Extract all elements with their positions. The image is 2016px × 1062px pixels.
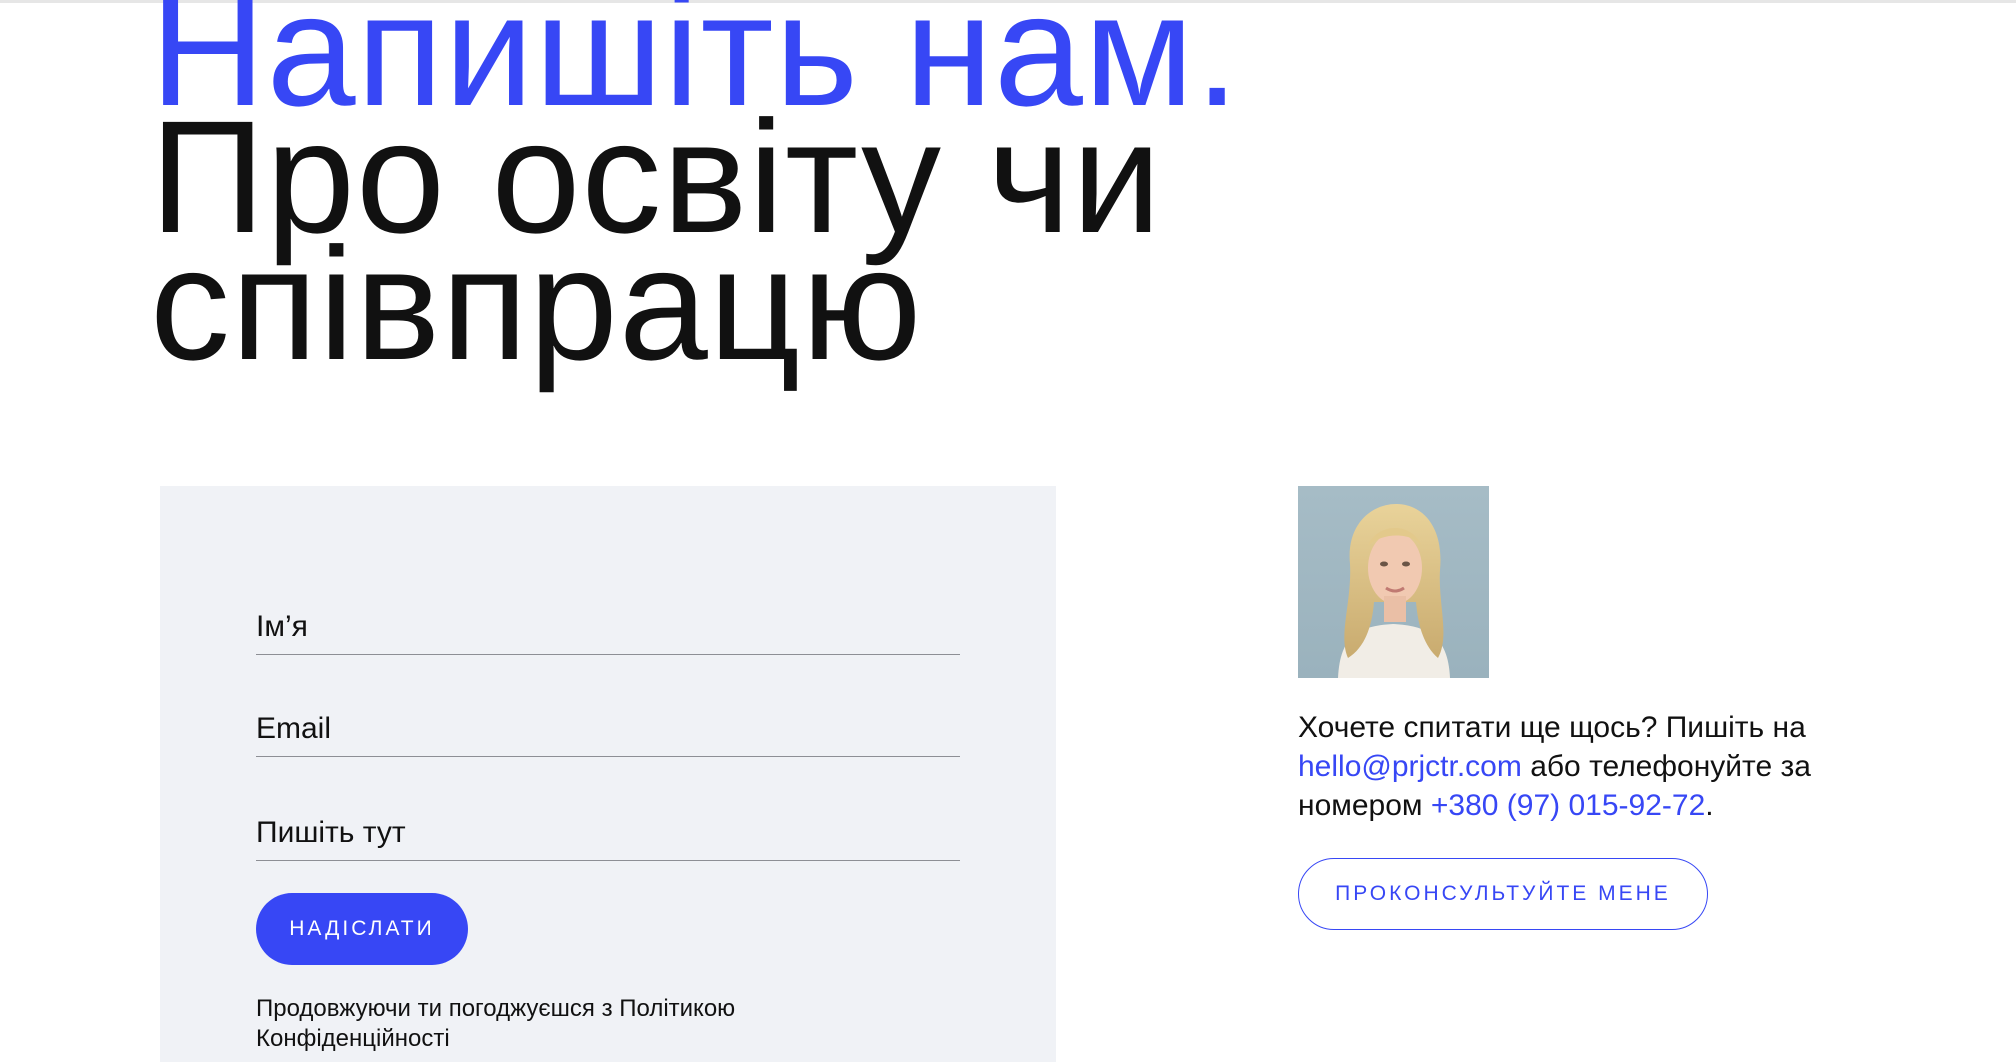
name-input[interactable] <box>256 610 960 644</box>
consult-me-button[interactable]: ПРОКОНСУЛЬТУЙТЕ МЕНЕ <box>1298 858 1708 930</box>
name-field <box>256 590 960 655</box>
contact-info: Хочете спитати ще щось? Пишіть на hello@… <box>1298 708 1918 825</box>
contact-form: НАДІСЛАТИ Продовжуючи ти погоджуєшся з П… <box>160 486 1056 1062</box>
phone-link[interactable]: +380 (97) 015-92-72 <box>1431 789 1705 822</box>
contact-end: . <box>1705 789 1714 822</box>
email-input[interactable] <box>256 712 960 746</box>
contact-photo <box>1298 486 1489 678</box>
email-link[interactable]: hello@prjctr.com <box>1298 750 1522 783</box>
privacy-consent: Продовжуючи ти погоджуєшся з Політикою К… <box>256 994 896 1054</box>
submit-button[interactable]: НАДІСЛАТИ <box>256 893 468 965</box>
consent-text: Продовжуючи ти погоджуєшся з <box>256 995 620 1022</box>
email-field <box>256 692 960 757</box>
message-field <box>256 796 960 861</box>
contact-prefix: Хочете спитати ще щось? Пишіть на <box>1298 711 1806 744</box>
page-headline: Напишіть нам. Про освіту чи співпрацю <box>150 0 1240 384</box>
message-input[interactable] <box>256 816 960 850</box>
